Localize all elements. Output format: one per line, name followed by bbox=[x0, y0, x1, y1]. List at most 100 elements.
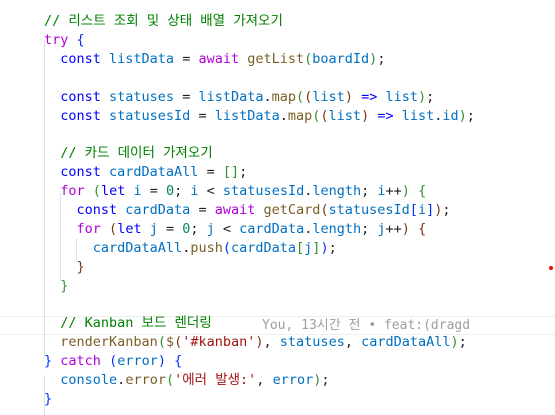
code-token: ) bbox=[320, 239, 329, 256]
code-token: const bbox=[60, 88, 101, 105]
code-token: list bbox=[393, 107, 435, 124]
code-line[interactable]: renderKanban($('#kanban'), statuses, car… bbox=[44, 333, 467, 352]
code-line[interactable]: } catch (error) { bbox=[44, 352, 182, 371]
code-token: map bbox=[287, 107, 313, 124]
code-token: ) bbox=[401, 220, 410, 237]
code-token: ) bbox=[458, 107, 467, 124]
code-token: ( bbox=[165, 372, 175, 389]
code-token: ( bbox=[92, 183, 101, 200]
code-line[interactable]: } bbox=[44, 390, 52, 409]
code-token: ; bbox=[321, 372, 330, 389]
code-line[interactable]: } bbox=[44, 258, 85, 277]
code-token: ) bbox=[255, 334, 264, 351]
code-token: = bbox=[190, 202, 215, 218]
code-token: ; bbox=[361, 220, 378, 237]
code-token: length bbox=[312, 220, 362, 237]
code-token: await bbox=[214, 202, 256, 218]
code-token: // Kanban 보드 렌더링 bbox=[60, 315, 212, 332]
code-token: ) bbox=[450, 334, 459, 351]
code-token: { bbox=[418, 220, 427, 237]
code-token: length bbox=[312, 183, 362, 200]
code-token: // 리스트 조회 및 상태 배열 가져오기 bbox=[44, 13, 283, 29]
code-token: } bbox=[44, 353, 53, 370]
code-token: cardData bbox=[239, 220, 305, 237]
code-token: for bbox=[60, 183, 85, 200]
code-token: . bbox=[279, 107, 288, 124]
code-token: ; bbox=[239, 164, 248, 181]
code-line[interactable]: const cardDataAll = []; bbox=[44, 163, 247, 182]
code-token: listData bbox=[100, 50, 175, 67]
code-line[interactable]: const listData = await getList(boardId); bbox=[44, 50, 385, 69]
code-token: ( bbox=[157, 334, 166, 351]
code-line[interactable]: // Kanban 보드 렌더링 bbox=[44, 314, 212, 333]
error-marker-dot bbox=[549, 266, 553, 270]
code-token: , bbox=[263, 334, 280, 351]
code-line[interactable]: // 리스트 조회 및 상태 배열 가져오기 bbox=[44, 12, 283, 31]
code-token: statusesId bbox=[328, 202, 410, 218]
code-token: = bbox=[174, 50, 199, 67]
code-token: cardDataAll bbox=[100, 164, 199, 181]
code-token: statusesId bbox=[100, 107, 191, 124]
code-editor[interactable]: // 리스트 조회 및 상태 배열 가져오기 try { const listDa… bbox=[0, 0, 555, 415]
code-token: 0 bbox=[165, 183, 175, 200]
code-token: ( bbox=[320, 202, 329, 218]
code-token: getCard bbox=[255, 202, 321, 218]
git-blame-annotation[interactable]: You, 13시간 전 • feat:(dragd bbox=[262, 316, 474, 335]
code-token: ; bbox=[174, 183, 191, 200]
code-token: map bbox=[271, 88, 297, 105]
code-token: const bbox=[60, 164, 101, 181]
code-token: let bbox=[117, 220, 142, 237]
code-token: ( bbox=[320, 107, 329, 124]
code-token: ; bbox=[466, 107, 475, 124]
code-line[interactable]: cardDataAll.push(cardData[j]); bbox=[44, 239, 337, 258]
code-line[interactable]: const statuses = listData.map((list) => … bbox=[44, 88, 434, 107]
code-token: < bbox=[198, 183, 223, 200]
code-token: = bbox=[141, 183, 166, 200]
code-token: { bbox=[418, 183, 427, 200]
code-token: ; bbox=[361, 183, 378, 200]
code-line[interactable]: console.error('에러 발생:', error); bbox=[44, 371, 329, 390]
code-token: [ bbox=[409, 202, 418, 218]
code-line[interactable]: try { bbox=[44, 31, 85, 50]
code-token: j bbox=[377, 220, 386, 237]
code-token: . bbox=[263, 88, 272, 105]
code-line[interactable]: for (let i = 0; i < statusesId.length; i… bbox=[44, 182, 426, 201]
code-token: list bbox=[377, 88, 418, 105]
code-token: const bbox=[76, 202, 118, 218]
code-line[interactable]: } bbox=[44, 277, 68, 296]
code-token: < bbox=[214, 220, 240, 237]
code-token: // 카드 데이터 가져오기 bbox=[60, 145, 213, 162]
code-token: ) bbox=[401, 183, 410, 200]
code-line[interactable]: const statusesId = listData.map((list) =… bbox=[44, 107, 475, 126]
code-token: cardData bbox=[230, 239, 297, 256]
code-token: [] bbox=[222, 164, 240, 181]
code-token: list bbox=[312, 88, 345, 105]
code-token: '#kanban' bbox=[182, 334, 256, 351]
code-token: i bbox=[125, 183, 142, 200]
code-token: , bbox=[344, 334, 362, 351]
code-token: renderKanban bbox=[60, 334, 158, 351]
code-line[interactable]: const cardData = await getCard(statusesI… bbox=[44, 201, 451, 220]
code-token: $ bbox=[165, 334, 175, 351]
code-line[interactable]: // 카드 데이터 가져오기 bbox=[44, 144, 213, 163]
code-line[interactable]: for (let j = 0; j < cardData.length; j++… bbox=[44, 220, 427, 239]
code-token: , bbox=[256, 372, 273, 389]
code-token: = bbox=[198, 164, 223, 181]
code-token: const bbox=[60, 107, 101, 124]
code-token: ; bbox=[328, 239, 337, 256]
code-token: { bbox=[68, 31, 85, 48]
